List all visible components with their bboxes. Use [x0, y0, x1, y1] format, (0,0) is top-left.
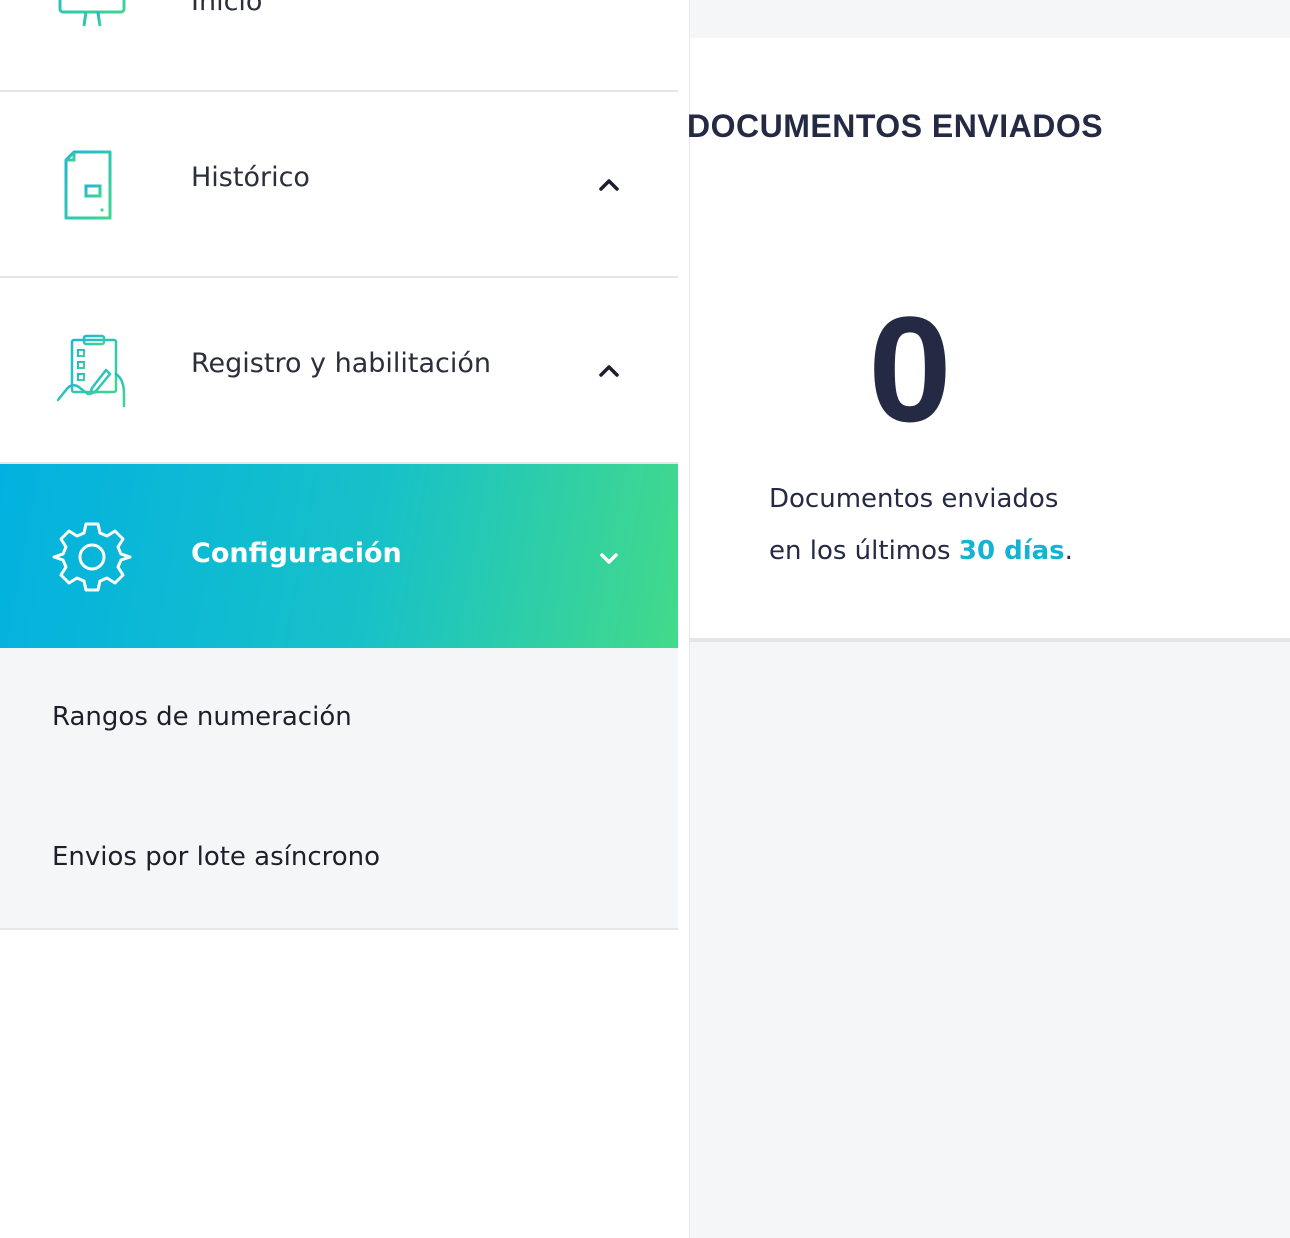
documents-count: 0: [868, 285, 952, 453]
card-title: DOCUMENTOS ENVIADOS: [687, 108, 1104, 144]
gear-icon: [52, 520, 132, 594]
sidebar: Inicio Histórico Registro y habilitación…: [0, 0, 678, 1238]
sidebar-item-historico[interactable]: Histórico: [0, 92, 678, 278]
card-description-prefix: en los últimos: [769, 536, 959, 566]
submenu-item-envios-lote[interactable]: Envios por lote asíncrono: [52, 842, 380, 872]
sidebar-item-inicio[interactable]: Inicio: [0, 0, 678, 92]
sidebar-item-registro[interactable]: Registro y habilitación: [0, 278, 678, 464]
monitor-icon: [52, 0, 132, 36]
submenu-item-rangos-numeracion[interactable]: Rangos de numeración: [52, 702, 352, 732]
period-highlight: 30 días: [958, 536, 1065, 566]
sidebar-item-label: Inicio: [191, 0, 263, 17]
chevron-up-icon[interactable]: [594, 170, 624, 200]
configuracion-submenu: Rangos de numeración Envios por lote así…: [0, 648, 678, 930]
app-window: DOCUMENTOS ENVIADOS 0 Documentos enviado…: [0, 0, 1290, 1238]
chevron-up-icon[interactable]: [594, 356, 624, 386]
clipboard-hand-icon: [52, 334, 132, 408]
documents-sent-card: DOCUMENTOS ENVIADOS 0 Documentos enviado…: [687, 38, 1290, 642]
document-list-icon: [52, 148, 132, 222]
sidebar-item-label: Histórico: [191, 162, 310, 193]
main-content: DOCUMENTOS ENVIADOS 0 Documentos enviado…: [687, 0, 1290, 1238]
card-description-line2: en los últimos 30 días.: [769, 536, 1073, 566]
sidebar-item-label: Configuración: [191, 538, 402, 569]
chevron-down-icon[interactable]: [594, 544, 624, 574]
card-description-suffix: .: [1064, 536, 1073, 566]
card-description-line1: Documentos enviados: [769, 484, 1059, 514]
sidebar-item-configuracion[interactable]: Configuración: [0, 464, 678, 648]
sidebar-item-label: Registro y habilitación: [191, 348, 492, 379]
